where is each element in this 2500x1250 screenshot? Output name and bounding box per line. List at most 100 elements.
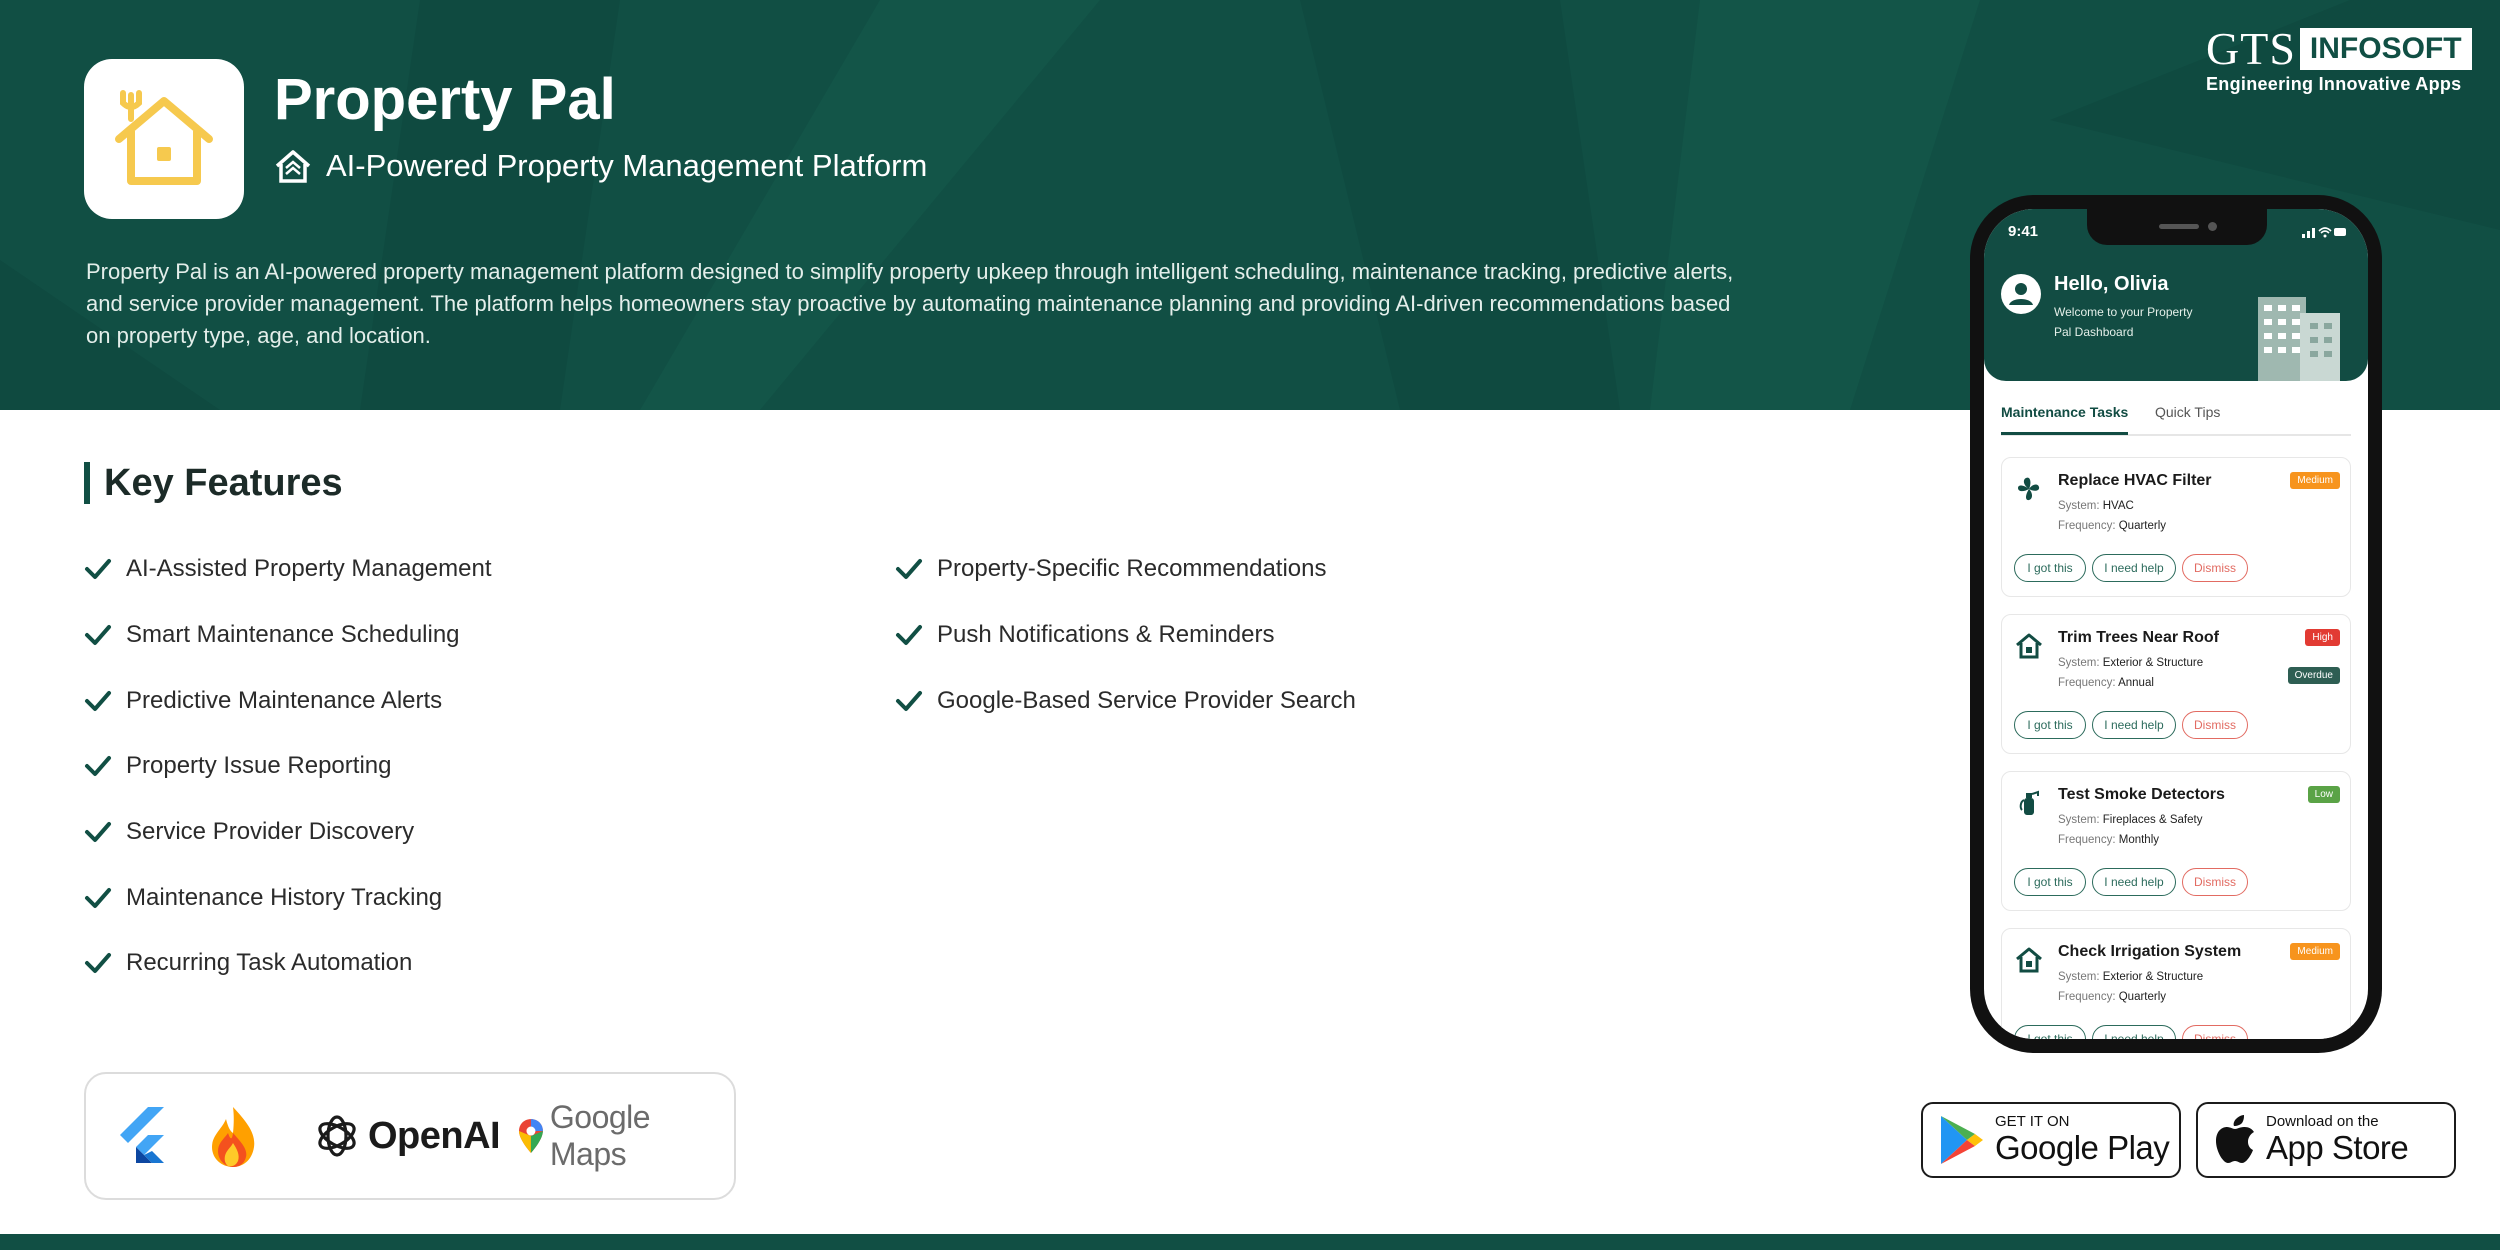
front-camera (2208, 222, 2217, 231)
feature-item: Property Issue Reporting (84, 752, 391, 780)
app-subtitle: AI-Powered Property Management Platform (326, 148, 928, 183)
dismiss-button[interactable]: Dismiss (2182, 1025, 2248, 1039)
check-icon (85, 756, 111, 776)
check-icon (85, 625, 111, 645)
task-card[interactable]: Replace HVAC Filter System: HVAC Frequen… (2001, 457, 2351, 597)
i-got-this-button[interactable]: I got this (2014, 554, 2086, 582)
check-icon (896, 625, 922, 645)
feature-label: Property Issue Reporting (126, 752, 392, 779)
priority-badge: High (2305, 629, 2340, 646)
i-need-help-button[interactable]: I need help (2092, 554, 2176, 582)
dismiss-button[interactable]: Dismiss (2182, 868, 2248, 896)
openai-icon (318, 1115, 356, 1157)
house-icon (2016, 947, 2042, 973)
feature-item: Google-Based Service Provider Search (895, 687, 1356, 715)
tab-maintenance-tasks[interactable]: Maintenance Tasks (2001, 404, 2129, 435)
i-need-help-button[interactable]: I need help (2092, 868, 2176, 896)
task-title: Trim Trees Near Roof (2058, 629, 2219, 646)
task-frequency: Frequency: Annual (2058, 677, 2154, 689)
app-logo (84, 59, 244, 219)
google-play-icon (1941, 1116, 1983, 1164)
i-need-help-button[interactable]: I need help (2092, 711, 2176, 739)
feature-label: Smart Maintenance Scheduling (126, 621, 460, 648)
speaker-grill (2159, 224, 2199, 229)
feature-label: Push Notifications & Reminders (937, 621, 1275, 648)
openai-label: OpenAI (368, 1114, 501, 1157)
priority-badge: Low (2307, 786, 2340, 803)
priority-badge: Medium (2290, 943, 2340, 960)
check-icon (85, 888, 111, 908)
app-title: Property Pal (274, 67, 616, 132)
feature-label: Recurring Task Automation (126, 949, 413, 976)
house-icon (2016, 633, 2042, 659)
i-need-help-button[interactable]: I need help (2092, 1025, 2176, 1039)
feature-item: Maintenance History Tracking (84, 884, 442, 912)
tech-stack-panel: OpenAI Google Maps (84, 1072, 736, 1200)
feature-label: AI-Assisted Property Management (126, 555, 492, 582)
gts-logo-box: INFOSOFT (2299, 28, 2472, 70)
task-frequency: Frequency: Quarterly (2058, 520, 2167, 532)
user-avatar[interactable] (2001, 274, 2041, 314)
task-title: Check Irrigation System (2058, 943, 2242, 960)
dashboard-tabs: Maintenance Tasks Quick Tips (2001, 404, 2351, 436)
google-play-big-text: Google Play (1995, 1129, 2170, 1166)
google-play-small-text: GET IT ON (1995, 1113, 2070, 1130)
dismiss-button[interactable]: Dismiss (2182, 711, 2248, 739)
task-system: System: Exterior & Structure (2058, 971, 2204, 983)
i-got-this-button[interactable]: I got this (2014, 711, 2086, 739)
check-icon (85, 822, 111, 842)
key-features-heading: Key Features (84, 462, 343, 504)
app-store-badge[interactable]: Download on the App Store (2196, 1102, 2456, 1178)
phone-screen: 9:41 Hello, Olivia Welcome to your Prope… (1984, 209, 2368, 1039)
task-frequency: Frequency: Quarterly (2058, 991, 2167, 1003)
google-play-badge[interactable]: GET IT ON Google Play (1921, 1102, 2181, 1178)
feature-item: Recurring Task Automation (84, 949, 412, 977)
task-card[interactable]: Test Smoke Detectors System: Fireplaces … (2001, 771, 2351, 911)
i-got-this-button[interactable]: I got this (2014, 1025, 2086, 1039)
google-maps-icon (518, 1119, 543, 1153)
feature-item: Push Notifications & Reminders (895, 621, 1274, 649)
greeting: Hello, Olivia (2054, 273, 2169, 295)
task-system: System: Exterior & Structure (2058, 657, 2204, 669)
priority-badge: Medium (2290, 472, 2340, 489)
task-card[interactable]: Trim Trees Near Roof System: Exterior & … (2001, 614, 2351, 754)
check-icon (896, 559, 922, 579)
ai-house-icon (275, 150, 311, 183)
app-store-big-text: App Store (2266, 1129, 2409, 1166)
task-title: Test Smoke Detectors (2058, 786, 2225, 803)
feature-label: Predictive Maintenance Alerts (126, 687, 443, 714)
feature-label: Property-Specific Recommendations (937, 555, 1327, 582)
feature-item: AI-Assisted Property Management (84, 555, 492, 583)
check-icon (85, 691, 111, 711)
task-system: System: Fireplaces & Safety (2058, 814, 2203, 826)
extinguisher-icon (2019, 790, 2039, 815)
bottom-band (0, 1234, 2500, 1250)
overdue-badge: Overdue (2287, 667, 2340, 684)
check-icon (85, 559, 111, 579)
firebase-logo (206, 1074, 260, 1198)
task-frequency: Frequency: Monthly (2058, 834, 2160, 846)
flutter-icon (120, 1107, 164, 1163)
gts-logo-mark: GTS (2206, 23, 2296, 74)
phone-notch (2087, 209, 2267, 245)
tab-quick-tips[interactable]: Quick Tips (2155, 404, 2220, 432)
buildings-illustration (2258, 297, 2340, 381)
task-card[interactable]: Check Irrigation System System: Exterior… (2001, 928, 2351, 1039)
google-maps-logo: Google Maps (518, 1074, 734, 1198)
openai-logo: OpenAI (314, 1074, 501, 1198)
firebase-icon (212, 1107, 255, 1167)
feature-label: Service Provider Discovery (126, 818, 415, 845)
app-subtitle-row: AI-Powered Property Management Platform (274, 148, 927, 184)
feature-item: Predictive Maintenance Alerts (84, 687, 442, 715)
feature-label: Google-Based Service Provider Search (937, 687, 1356, 714)
feature-item: Service Provider Discovery (84, 818, 414, 846)
i-got-this-button[interactable]: I got this (2014, 868, 2086, 896)
apple-icon (2216, 1115, 2254, 1163)
feature-label: Maintenance History Tracking (126, 884, 443, 911)
google-maps-label: Google Maps (549, 1099, 651, 1172)
check-icon (896, 691, 922, 711)
task-system: System: HVAC (2058, 500, 2134, 512)
dismiss-button[interactable]: Dismiss (2182, 554, 2248, 582)
status-icons (2302, 227, 2346, 238)
house-wrench-icon (115, 90, 213, 185)
